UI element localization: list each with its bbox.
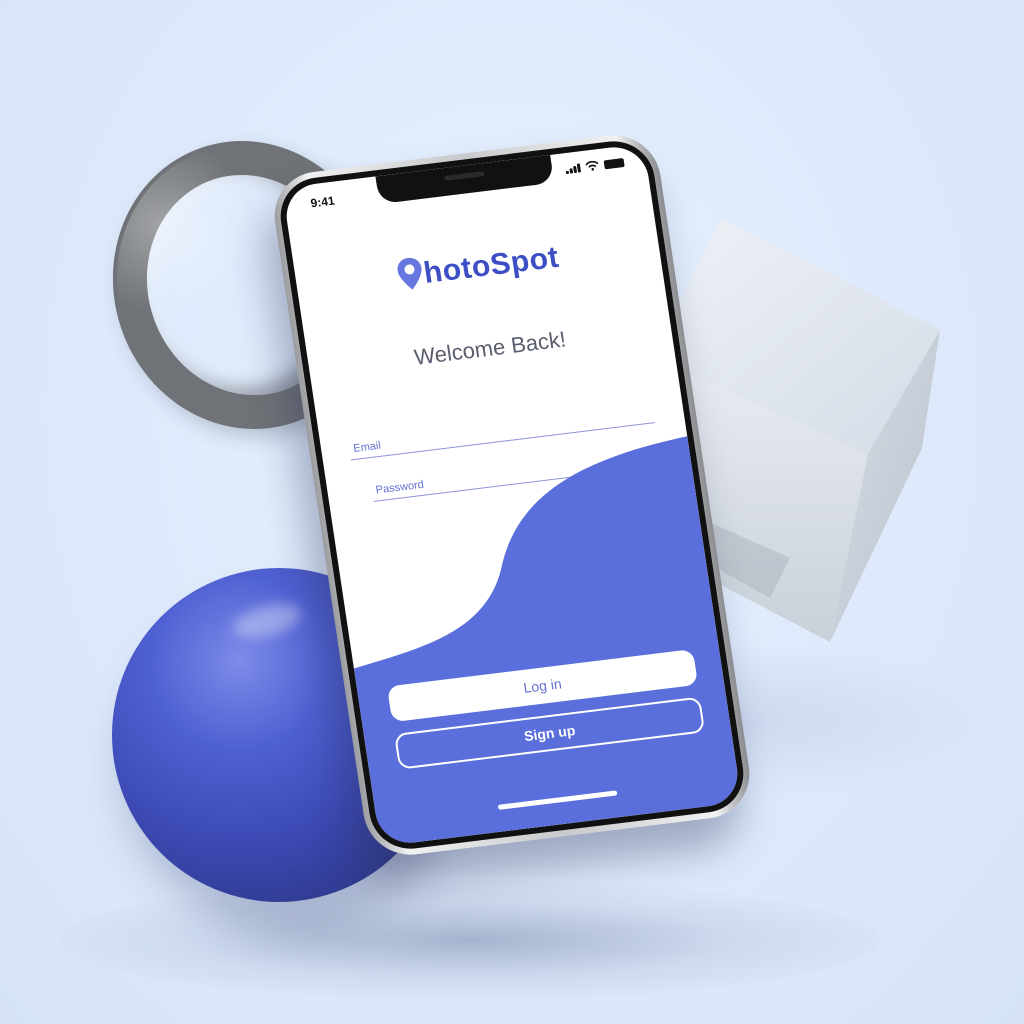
signal-icon [565, 163, 582, 175]
email-placeholder: Email [352, 439, 382, 455]
battery-icon [603, 158, 625, 170]
app-logo: hotoSpot [294, 227, 661, 307]
wifi-icon [585, 160, 599, 171]
status-time: 9:41 [309, 193, 336, 211]
floor-shadow [60, 880, 880, 1000]
blue-wave-background [353, 436, 742, 847]
speaker-grille [444, 171, 485, 181]
app-name: hotoSpot [421, 240, 562, 290]
location-pin-icon [397, 257, 422, 290]
welcome-heading: Welcome Back! [412, 326, 568, 370]
status-icons [565, 157, 625, 175]
